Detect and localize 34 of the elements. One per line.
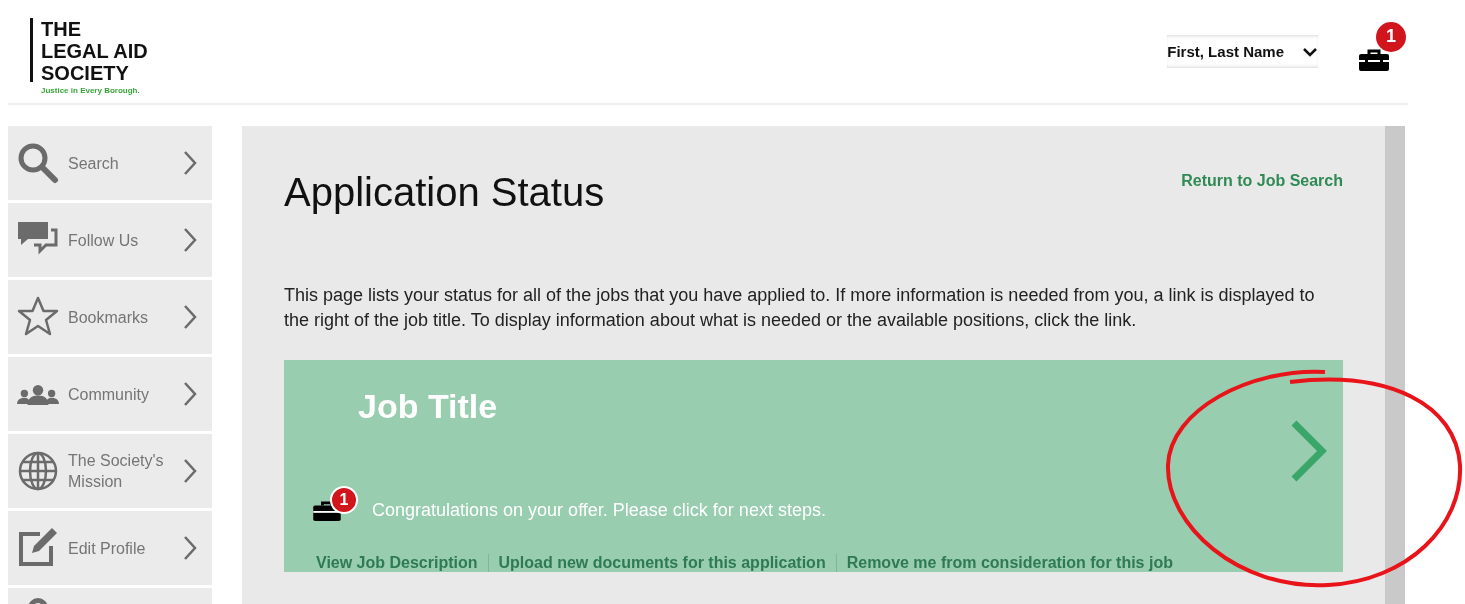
chevron-right-icon	[182, 380, 198, 408]
intro-paragraph: This page lists your status for all of the jobs that you have applied to. If more information is needed from you, a link is displayed to the right of the job title. To display information about what is needed or the available positions, click the link.	[284, 284, 1316, 332]
sidebar-item[interactable]: Search	[8, 126, 212, 200]
job-title: Job Title	[358, 386, 498, 426]
notification-badge: 1	[330, 486, 358, 514]
chevron-right-icon	[182, 149, 198, 177]
sidebar-item[interactable]: Follow Us	[8, 203, 212, 277]
chevron-right-icon	[182, 457, 198, 485]
application-card[interactable]: Job Title 1 Congratulations on your offer. Please click for next steps. View Job Description Upload new documents for this application Remove me from consideration for this job	[284, 360, 1343, 572]
sidebar-item[interactable]: Edit Profile	[8, 511, 212, 585]
chevron-down-icon	[1302, 46, 1318, 57]
scrollbar[interactable]	[1385, 126, 1405, 604]
chevron-right-icon[interactable]	[1289, 419, 1329, 483]
page-title: Application Status	[284, 170, 605, 215]
chevron-right-icon	[182, 303, 198, 331]
briefcase-icon	[312, 500, 342, 522]
sidebar-item[interactable]: Community	[8, 357, 212, 431]
logo-wordmark: THE LEGAL AID SOCIETY	[41, 18, 148, 84]
logo-tagline: Justice in Every Borough.	[41, 86, 141, 95]
user-menu[interactable]: First, Last Name	[1167, 35, 1318, 68]
notification-badge: 1	[1376, 21, 1406, 52]
people-icon	[16, 383, 60, 405]
sidebar-item[interactable]: Bookmarks	[8, 280, 212, 354]
return-link[interactable]: Return to Job Search	[1181, 172, 1343, 190]
chevron-right-icon	[182, 534, 198, 562]
action-link[interactable]: Upload new documents for this application	[487, 554, 836, 572]
chevron-right-icon	[182, 226, 198, 254]
briefcase-icon[interactable]	[1358, 47, 1390, 72]
sidebar-item[interactable]: The Society's Mission	[8, 434, 212, 508]
action-link[interactable]: View Job Description	[306, 554, 488, 572]
action-link[interactable]: Remove me from consideration for this job	[835, 554, 1183, 572]
sidebar-item[interactable]	[8, 588, 212, 604]
search-icon	[16, 141, 60, 185]
globe-icon	[16, 449, 60, 493]
